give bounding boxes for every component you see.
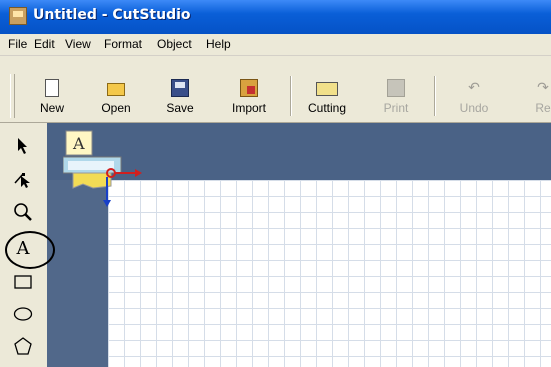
open-label: Open	[101, 101, 131, 115]
arrow-pointer-icon	[18, 138, 27, 154]
new-label: New	[39, 101, 64, 115]
undo-label: Undo	[459, 101, 489, 115]
import-button[interactable]: Import	[221, 76, 277, 118]
cutting-icon	[316, 82, 338, 96]
redo-button[interactable]: ↷ Re	[515, 76, 551, 118]
open-button[interactable]: Open	[88, 76, 144, 118]
origin-marker-icon[interactable]: A	[63, 128, 143, 208]
open-folder-icon	[107, 83, 125, 96]
undo-button[interactable]: ↶ Undo	[446, 76, 502, 118]
toolbar-grip[interactable]	[10, 74, 15, 118]
drawing-canvas[interactable]	[108, 180, 551, 367]
save-disk-icon	[171, 79, 189, 97]
zoom-tool[interactable]	[10, 199, 36, 225]
undo-icon: ↶	[468, 80, 480, 96]
toolbar-separator	[290, 76, 292, 116]
redo-icon: ↷	[537, 80, 549, 96]
redo-label: Re	[535, 101, 551, 115]
menu-view[interactable]: View	[65, 37, 91, 51]
import-icon	[240, 79, 258, 97]
window-title: Untitled - CutStudio	[33, 7, 191, 23]
node-edit-icon	[14, 173, 30, 188]
save-button[interactable]: Save	[152, 76, 208, 118]
print-button[interactable]: Print	[368, 76, 424, 118]
ellipse-tool[interactable]	[10, 301, 36, 327]
menu-edit[interactable]: Edit	[34, 37, 55, 51]
polygon-tool[interactable]	[10, 333, 36, 359]
node-edit-tool[interactable]	[10, 167, 36, 193]
cutting-button[interactable]: Cutting	[299, 76, 355, 118]
toolbar-separator	[434, 76, 436, 116]
select-tool[interactable]	[10, 133, 36, 159]
rectangle-tool[interactable]	[10, 269, 36, 295]
pentagon-icon	[14, 337, 32, 355]
menu-help[interactable]: Help	[206, 37, 231, 51]
magnifier-icon	[14, 203, 32, 221]
print-label: Print	[383, 101, 409, 115]
print-icon	[387, 79, 405, 97]
menu-object[interactable]: Object	[157, 37, 192, 51]
new-button[interactable]: New	[24, 76, 80, 118]
menu-format[interactable]: Format	[104, 37, 142, 51]
rectangle-icon	[14, 275, 32, 289]
menu-bar: File Edit View Format Object Help	[0, 34, 551, 56]
menu-file[interactable]: File	[8, 37, 27, 51]
ellipse-icon	[13, 307, 33, 321]
app-icon[interactable]	[9, 7, 27, 25]
new-document-icon	[45, 79, 59, 97]
cutting-label: Cutting	[307, 101, 347, 115]
save-label: Save	[166, 101, 194, 115]
main-toolbar: New Open Save Import Cutting Print ↶ Und…	[0, 56, 551, 123]
origin-marker-letter: A	[72, 134, 85, 153]
title-bar: Untitled - CutStudio	[0, 0, 551, 34]
text-tool-highlight-circle	[5, 231, 55, 269]
import-label: Import	[231, 101, 266, 115]
